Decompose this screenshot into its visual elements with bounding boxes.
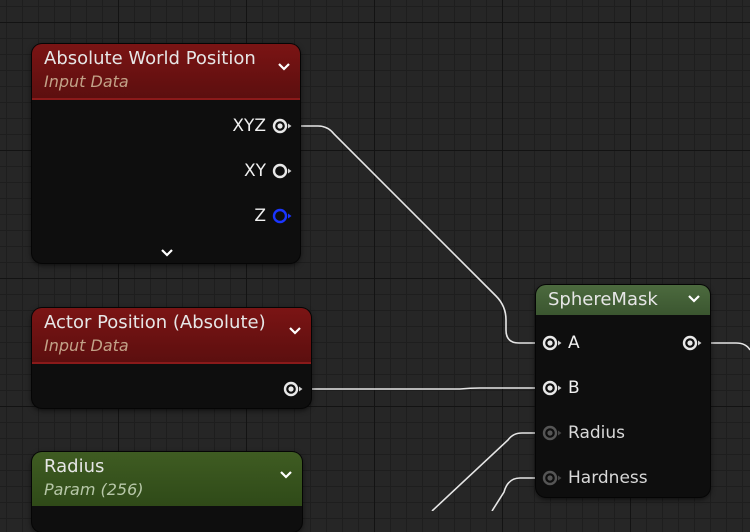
pin-label: XY bbox=[243, 161, 266, 181]
node-title: Radius bbox=[44, 456, 105, 477]
node-subtitle: Param (256) bbox=[44, 480, 144, 499]
node-header[interactable]: Actor Position (Absolute) Input Data bbox=[32, 308, 311, 364]
chevron-down-icon[interactable] bbox=[289, 326, 301, 336]
wire-xyz-to-a bbox=[300, 125, 538, 344]
wire-output bbox=[703, 342, 750, 351]
pin-inactive-icon[interactable] bbox=[540, 470, 562, 486]
output-pin-xy[interactable]: XY bbox=[244, 160, 294, 182]
node-sphere-mask[interactable]: SphereMask A B Radius Hardness bbox=[536, 285, 710, 497]
wire-actor-to-b bbox=[302, 387, 538, 390]
node-header[interactable]: SphereMask bbox=[536, 285, 710, 315]
pin-connected-icon[interactable] bbox=[540, 335, 562, 351]
pin-connected-icon[interactable] bbox=[283, 381, 305, 397]
pin-connected-icon[interactable] bbox=[272, 118, 294, 134]
node-header[interactable]: Absolute World Position Input Data bbox=[32, 44, 300, 100]
pin-label: Z bbox=[254, 206, 266, 226]
pin-blue-icon[interactable] bbox=[272, 208, 294, 224]
node-radius-param[interactable]: Radius Param (256) bbox=[32, 452, 302, 532]
node-title: Actor Position (Absolute) bbox=[44, 312, 266, 333]
pin-label: Radius bbox=[568, 423, 626, 443]
output-pin-z[interactable]: Z bbox=[254, 205, 294, 227]
output-pin-xyz[interactable]: XYZ bbox=[232, 115, 294, 137]
pin-inactive-icon[interactable] bbox=[540, 425, 562, 441]
pin-label: Hardness bbox=[568, 468, 648, 488]
chevron-down-icon[interactable] bbox=[161, 248, 173, 258]
node-title: Absolute World Position bbox=[44, 48, 256, 69]
pin-label: B bbox=[568, 378, 580, 398]
node-subtitle: Input Data bbox=[44, 72, 129, 91]
input-pin-radius[interactable]: Radius bbox=[540, 422, 625, 444]
node-absolute-world-position[interactable]: Absolute World Position Input Data XYZ X… bbox=[32, 44, 300, 263]
pin-connected-icon[interactable] bbox=[682, 335, 704, 351]
pin-open-icon[interactable] bbox=[272, 163, 294, 179]
chevron-down-icon[interactable] bbox=[278, 62, 290, 72]
pin-connected-icon[interactable] bbox=[540, 380, 562, 396]
pin-label: A bbox=[568, 333, 580, 353]
chevron-down-icon[interactable] bbox=[280, 470, 292, 480]
node-subtitle: Input Data bbox=[44, 336, 129, 355]
output-pin[interactable] bbox=[682, 332, 704, 354]
node-header[interactable]: Radius Param (256) bbox=[32, 452, 302, 506]
pin-label: XYZ bbox=[232, 116, 266, 136]
output-pin[interactable] bbox=[283, 378, 305, 400]
wire-to-radius bbox=[431, 432, 538, 511]
wire-to-hardness bbox=[491, 477, 538, 511]
node-title: SphereMask bbox=[548, 289, 658, 310]
input-pin-a[interactable]: A bbox=[540, 332, 580, 354]
input-pin-hardness[interactable]: Hardness bbox=[540, 467, 648, 489]
input-pin-b[interactable]: B bbox=[540, 377, 580, 399]
chevron-down-icon[interactable] bbox=[688, 294, 700, 304]
node-actor-position[interactable]: Actor Position (Absolute) Input Data bbox=[32, 308, 311, 408]
